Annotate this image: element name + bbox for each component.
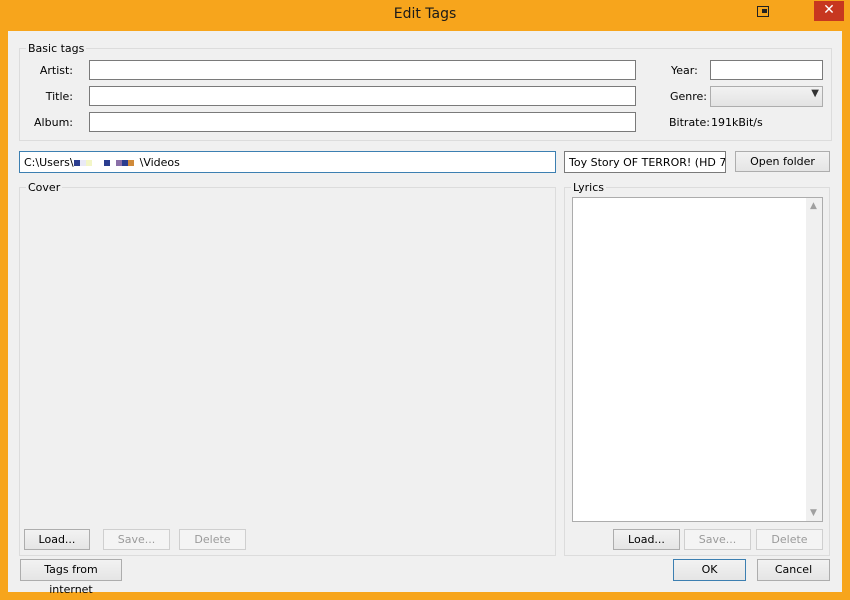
- window-menu-icon[interactable]: [757, 6, 769, 17]
- cancel-button[interactable]: Cancel: [757, 559, 830, 581]
- ok-button[interactable]: OK: [673, 559, 746, 581]
- lyrics-textarea[interactable]: ▲ ▼: [572, 197, 823, 522]
- cover-legend: Cover: [26, 181, 63, 194]
- chevron-down-icon: ▼: [811, 88, 819, 99]
- genre-label: Genre:: [670, 90, 708, 103]
- lyrics-legend: Lyrics: [571, 181, 606, 194]
- cover-load-button[interactable]: Load...: [24, 529, 90, 550]
- cover-group: Cover: [19, 181, 556, 556]
- album-label: Album:: [34, 116, 73, 129]
- basic-tags-legend: Basic tags: [26, 42, 87, 55]
- scroll-down-arrow-icon[interactable]: ▼: [810, 508, 817, 518]
- open-folder-button[interactable]: Open folder: [735, 151, 830, 172]
- bitrate-value: 191kBit/s: [711, 116, 763, 129]
- folder-path-prefix: C:\Users\: [24, 156, 74, 169]
- redacted-username: [73, 156, 134, 169]
- title-input[interactable]: [89, 86, 636, 106]
- genre-dropdown[interactable]: ▼: [710, 86, 823, 107]
- scroll-up-arrow-icon[interactable]: ▲: [810, 201, 817, 211]
- close-button[interactable]: ✕: [814, 1, 844, 21]
- album-input[interactable]: [89, 112, 636, 132]
- artist-label: Artist:: [39, 64, 73, 77]
- cover-save-button[interactable]: Save...: [103, 529, 170, 550]
- dialog-client-area: Basic tags Artist: Title: Album: Year: G…: [8, 31, 842, 596]
- year-label: Year:: [671, 64, 698, 77]
- artist-input[interactable]: [89, 60, 636, 80]
- close-icon: ✕: [823, 2, 835, 18]
- folder-path-input[interactable]: C:\Users\ \Videos: [19, 151, 556, 173]
- title-bar: Edit Tags ✕: [0, 0, 850, 31]
- lyrics-save-button[interactable]: Save...: [684, 529, 751, 550]
- filename-input[interactable]: Toy Story OF TERROR! (HD 720: [564, 151, 726, 173]
- tags-from-internet-button[interactable]: Tags from internet: [20, 559, 122, 596]
- window-title: Edit Tags: [393, 6, 457, 22]
- lyrics-delete-button[interactable]: Delete: [756, 529, 823, 550]
- cover-delete-button[interactable]: Delete: [179, 529, 246, 550]
- folder-path-suffix: \Videos: [139, 156, 180, 169]
- year-input[interactable]: [710, 60, 823, 80]
- title-label: Title:: [45, 90, 73, 103]
- lyrics-scrollbar[interactable]: ▲ ▼: [806, 198, 822, 521]
- lyrics-load-button[interactable]: Load...: [613, 529, 680, 550]
- bitrate-label: Bitrate:: [669, 116, 710, 129]
